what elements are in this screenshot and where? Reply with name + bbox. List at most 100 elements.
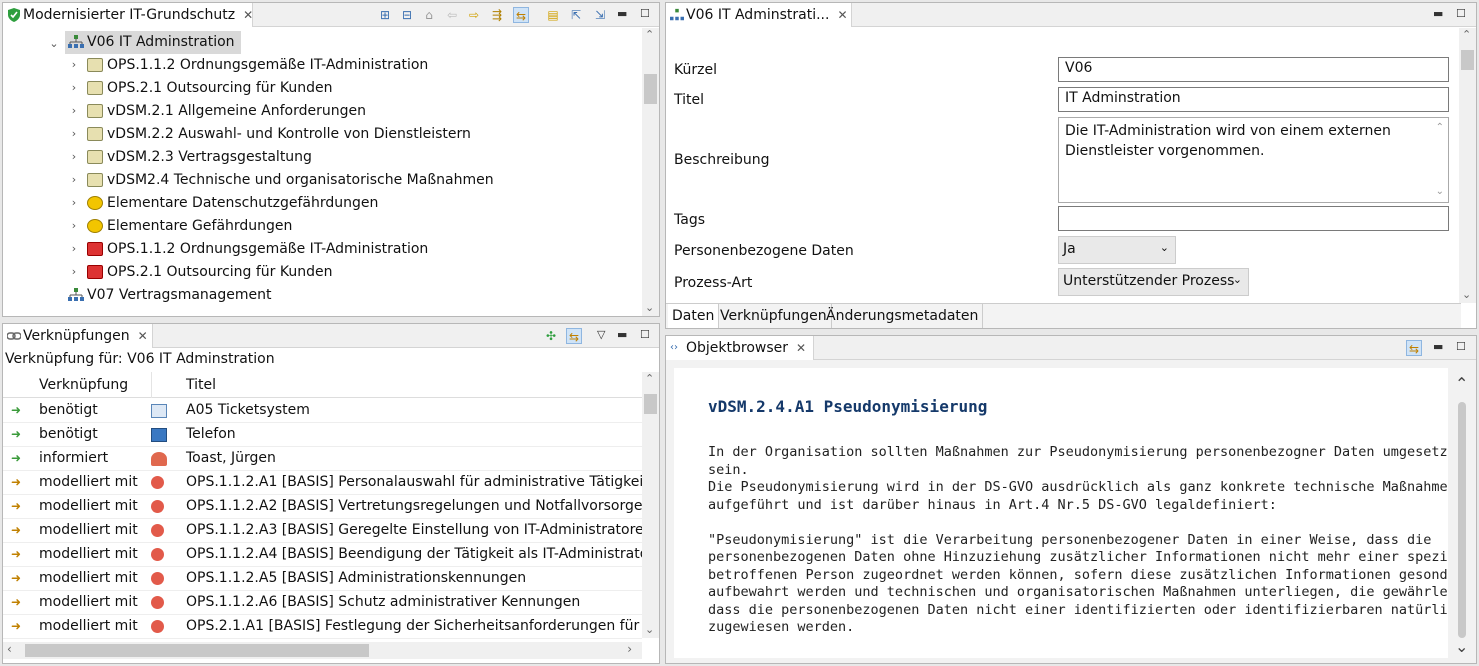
browser-scrollbar[interactable]: ⌃ ⌄ (1448, 368, 1474, 658)
tab-verknuepfungen[interactable]: Verknüpfungen (716, 304, 832, 328)
chevron-right-icon[interactable]: › (69, 196, 79, 209)
scroll-up-icon[interactable]: ⌃ (1462, 28, 1471, 41)
editor-scrollbar[interactable]: ⌃ ⌄ (1459, 28, 1476, 303)
tags-field[interactable] (1058, 206, 1449, 231)
tree-node[interactable]: vDSM.2.1 Allgemeine Anforderungen (85, 100, 366, 123)
link-with-editor-icon[interactable]: ⇆ (513, 7, 529, 23)
tree-node[interactable]: Elementare Gefährdungen (85, 215, 292, 238)
tree-node[interactable]: vDSM.2.3 Vertragsgestaltung (85, 146, 312, 169)
chevron-right-icon[interactable]: › (69, 58, 79, 71)
column-header-link[interactable]: Verknüpfung (39, 372, 128, 398)
expand-all-icon[interactable]: ⊞ (377, 7, 393, 23)
scroll-up-icon[interactable]: ⌃ (1436, 118, 1444, 138)
sync-icon[interactable]: ⇶ (489, 7, 505, 23)
scroll-down-icon[interactable]: ⌄ (645, 301, 654, 314)
titel-field[interactable]: IT Adminstration (1058, 87, 1449, 112)
chevron-right-icon[interactable]: › (69, 104, 79, 117)
personen-select[interactable]: Ja ⌄ (1058, 236, 1176, 264)
back-icon[interactable]: ⇦ (444, 7, 460, 23)
scroll-right-icon[interactable]: › (627, 642, 632, 656)
column-header-title[interactable]: Titel (186, 372, 216, 398)
chevron-right-icon[interactable]: › (69, 173, 79, 186)
scroll-down-icon[interactable]: ⌄ (1462, 288, 1471, 301)
scroll-down-icon[interactable]: ⌄ (1455, 637, 1468, 656)
tree-scrollbar[interactable]: ⌃ ⌄ (642, 28, 659, 316)
tab-daten[interactable]: Daten (668, 304, 720, 328)
shield-check-icon (8, 8, 20, 22)
scrollbar-thumb[interactable] (644, 74, 657, 104)
minimize-icon[interactable]: ▬ (1433, 7, 1443, 20)
tree-node[interactable]: OPS.1.1.2 Ordnungsgemäße IT-Administrati… (85, 238, 428, 261)
home-icon[interactable]: ⌂ (421, 7, 437, 23)
close-icon[interactable]: ✕ (796, 336, 806, 360)
view-menu-icon[interactable]: ▽ (597, 328, 605, 341)
tree-node[interactable]: vDSM2.4 Technische und organisatorische … (85, 169, 494, 192)
table-row[interactable]: ➜ benötigt A05 Ticketsystem (3, 399, 642, 423)
collapse-icon[interactable]: ✣ (543, 328, 559, 344)
maximize-icon[interactable]: ☐ (640, 7, 650, 20)
scroll-down-icon[interactable]: ⌄ (1436, 182, 1444, 202)
tree-node[interactable]: OPS.2.1 Outsourcing für Kunden (85, 261, 332, 284)
tab-verknuepfungen-view[interactable]: Verknüpfungen ✕ (3, 324, 153, 348)
export-icon[interactable]: ⇱ (568, 7, 584, 23)
table-row[interactable]: ➜ modelliert mit OPS.1.1.2.A3 [BASIS] Gere… (3, 519, 653, 543)
minimize-icon[interactable]: ▬ (1433, 340, 1443, 353)
scroll-down-icon[interactable]: ⌄ (645, 623, 654, 636)
tree-node-label: Elementare Gefährdungen (107, 218, 293, 234)
tree-node[interactable]: OPS.1.1.2 Ordnungsgemäße IT-Administrati… (85, 54, 428, 77)
chevron-right-icon[interactable]: › (69, 150, 79, 163)
chevron-down-icon[interactable]: ⌄ (49, 37, 59, 50)
minimize-icon[interactable]: ▬ (617, 7, 627, 20)
kuerzel-field[interactable]: V06 (1058, 57, 1449, 82)
collapse-all-icon[interactable]: ⊟ (399, 7, 415, 23)
table-row[interactable]: ➜ modelliert mit OPS.1.1.2.A5 [BASIS] Admi… (3, 567, 642, 591)
table-row[interactable]: ➜ modelliert mit OPS.1.1.2.A6 [BASIS] Schu… (3, 591, 642, 615)
tab-objektbrowser[interactable]: ‹› Objektbrowser ✕ (666, 336, 814, 360)
scroll-up-icon[interactable]: ⌃ (1455, 374, 1468, 393)
table-row[interactable]: ➜ modelliert mit OPS.1.1.2.A4 [BASIS] Been… (3, 543, 654, 567)
table-row[interactable]: ➜ informiert Toast, Jürgen (3, 447, 642, 471)
scrollbar-thumb[interactable] (1461, 50, 1474, 70)
maximize-icon[interactable]: ☐ (640, 328, 650, 341)
close-icon[interactable]: ✕ (243, 3, 253, 27)
tree-node-selected[interactable]: V06 IT Adminstration (65, 31, 241, 54)
beschreibung-textarea[interactable]: Die IT-Administration wird von einem ext… (1058, 117, 1449, 203)
prozess-select[interactable]: Unterstützender Prozess ⌄ (1058, 268, 1249, 296)
chevron-right-icon[interactable]: › (69, 127, 79, 140)
maximize-icon[interactable]: ☐ (1456, 7, 1466, 20)
table-row[interactable]: ➜ modelliert mit OPS.1.1.2.A1 [BASIS] Pers… (3, 471, 659, 495)
chevron-right-icon[interactable]: › (69, 219, 79, 232)
chevron-right-icon[interactable]: › (69, 265, 79, 278)
scroll-left-icon[interactable]: ‹ (7, 642, 12, 656)
import-icon[interactable]: ⇲ (592, 7, 608, 23)
chevron-right-icon[interactable]: › (69, 242, 79, 255)
tab-aenderungsmetadaten[interactable]: Änderungsmetadaten (822, 304, 984, 328)
scrollbar-thumb[interactable] (25, 644, 369, 657)
close-icon[interactable]: ✕ (138, 324, 148, 348)
table-row[interactable]: ➜ benötigt Telefon (3, 423, 642, 447)
tree-node[interactable]: vDSM.2.2 Auswahl- und Kontrolle von Dien… (85, 123, 471, 146)
table-row[interactable]: ➜ modelliert mit OPS.1.1.2.A2 [BASIS] Vert… (3, 495, 642, 519)
personen-label: Personenbezogene Daten (674, 243, 854, 259)
links-hscrollbar[interactable]: ‹ › (3, 642, 642, 659)
scrollbar-thumb[interactable] (644, 394, 657, 414)
tree-node-v07[interactable]: V07 Vertragsmanagement (65, 284, 272, 307)
chevron-right-icon[interactable]: › (69, 81, 79, 94)
scroll-up-icon[interactable]: ⌃ (645, 372, 654, 385)
scrollbar-thumb[interactable] (1458, 402, 1466, 638)
minimize-icon[interactable]: ▬ (617, 328, 627, 341)
link-with-editor-icon[interactable]: ⇆ (1406, 340, 1422, 356)
new-file-icon[interactable]: ▤ (545, 7, 561, 23)
forward-icon[interactable]: ⇨ (466, 7, 482, 23)
tree-node[interactable]: Elementare Datenschutzgefährdungen (85, 192, 378, 215)
close-icon[interactable]: ✕ (837, 3, 847, 27)
tree-node[interactable]: OPS.2.1 Outsourcing für Kunden (85, 77, 332, 100)
links-scrollbar[interactable]: ⌃ ⌄ (642, 372, 659, 638)
tree-node-label: vDSM.2.3 Vertragsgestaltung (107, 149, 312, 165)
table-row[interactable]: ➜ modelliert mit OPS.2.1.A1 [BASIS] Festle… (3, 615, 659, 639)
tab-editor[interactable]: V06 IT Adminstrati... ✕ (666, 3, 852, 27)
link-with-editor-icon[interactable]: ⇆ (566, 328, 582, 344)
scroll-up-icon[interactable]: ⌃ (645, 28, 654, 41)
maximize-icon[interactable]: ☐ (1456, 340, 1466, 353)
tab-modernisierter-it-grundschutz[interactable]: Modernisierter IT-Grundschutz ✕ (3, 3, 253, 27)
